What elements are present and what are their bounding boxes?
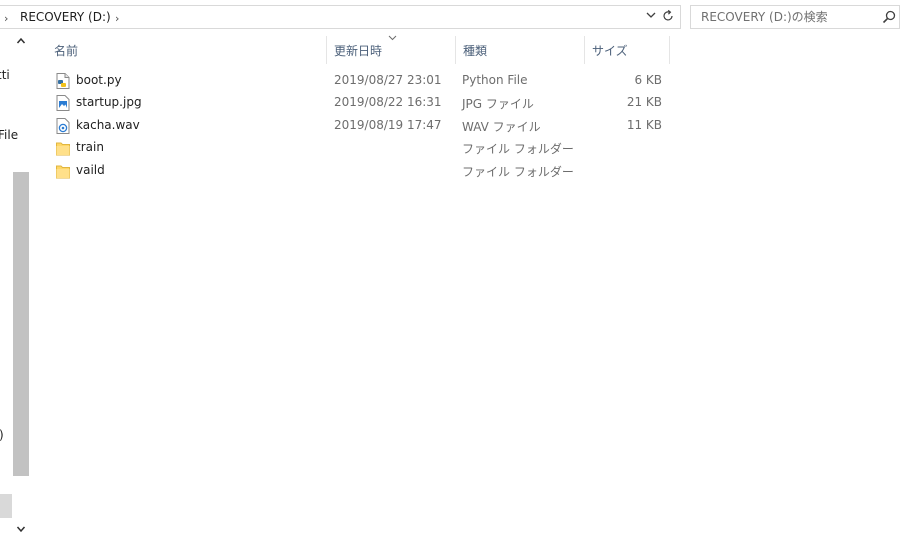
file-size: 6 KB <box>634 73 662 87</box>
search-icon[interactable] <box>881 9 897 25</box>
file-size: 11 KB <box>626 118 662 132</box>
column-header-type[interactable]: 種類 <box>463 34 583 64</box>
audio-file-icon <box>56 118 70 134</box>
file-row[interactable]: kacha.wav 2019/08/19 17:47 WAV ファイル 11 K… <box>32 115 672 137</box>
file-name: boot.py <box>76 73 122 87</box>
nav-scroll-up-icon[interactable] <box>14 36 28 50</box>
address-bar-row: › RECOVERY (D:) › <box>0 0 900 34</box>
search-box[interactable] <box>690 5 900 29</box>
breadcrumb-separator[interactable]: › <box>4 12 8 25</box>
address-history-dropdown-icon[interactable] <box>643 9 659 25</box>
column-header-type-label: 種類 <box>463 44 488 58</box>
column-divider[interactable] <box>455 36 456 64</box>
file-name: startup.jpg <box>76 95 142 109</box>
column-header-size[interactable]: サイズ <box>592 34 668 64</box>
image-file-icon <box>56 95 70 111</box>
file-type: Python File <box>462 73 528 87</box>
column-divider[interactable] <box>669 36 670 64</box>
column-divider[interactable] <box>584 36 585 64</box>
file-type: JPG ファイル <box>462 97 534 111</box>
folder-icon <box>56 140 70 156</box>
nav-scrollbar-thumb[interactable] <box>13 172 29 476</box>
file-date: 2019/08/19 17:47 <box>334 118 442 132</box>
column-header-name-label: 名前 <box>54 44 79 58</box>
folder-icon <box>56 163 70 179</box>
nav-item-selected[interactable] <box>0 494 12 518</box>
column-header-name[interactable]: 名前 <box>54 34 326 64</box>
address-bar[interactable]: › RECOVERY (D:) › <box>0 5 681 29</box>
nav-item-fragment[interactable]: ) <box>0 428 4 442</box>
search-input[interactable] <box>691 6 877 28</box>
file-name: kacha.wav <box>76 118 140 132</box>
breadcrumb-recovery-drive[interactable]: RECOVERY (D:) <box>20 10 111 24</box>
file-row[interactable]: boot.py 2019/08/27 23:01 Python File 6 K… <box>32 70 672 92</box>
file-date: 2019/08/27 23:01 <box>334 73 442 87</box>
file-row[interactable]: train ファイル フォルダー <box>32 137 672 159</box>
nav-item-fragment[interactable]: File <box>0 128 18 142</box>
file-type: ファイル フォルダー <box>462 165 574 179</box>
python-file-icon <box>56 73 70 89</box>
column-header-size-label: サイズ <box>592 44 628 58</box>
sort-descending-icon <box>388 34 397 44</box>
navigation-pane: tti File ) <box>0 34 32 539</box>
file-row[interactable]: vaild ファイル フォルダー <box>32 160 672 182</box>
file-type: ファイル フォルダー <box>462 142 574 156</box>
breadcrumb-chevron-button[interactable]: › <box>115 12 119 25</box>
column-divider[interactable] <box>326 36 327 64</box>
column-header-date[interactable]: 更新日時 <box>334 34 454 64</box>
file-type: WAV ファイル <box>462 120 541 134</box>
file-size: 21 KB <box>626 95 662 109</box>
nav-item-fragment[interactable]: tti <box>0 68 10 82</box>
file-date: 2019/08/22 16:31 <box>334 95 442 109</box>
file-list: 名前 更新日時 種類 サイズ boot.py 2019/08/27 23:01 … <box>32 34 900 539</box>
file-name: train <box>76 140 104 154</box>
column-header-date-label: 更新日時 <box>334 44 383 58</box>
file-name: vaild <box>76 163 105 177</box>
nav-scroll-down-icon[interactable] <box>14 524 28 538</box>
file-row[interactable]: startup.jpg 2019/08/22 16:31 JPG ファイル 21… <box>32 92 672 114</box>
refresh-icon[interactable] <box>660 9 676 25</box>
